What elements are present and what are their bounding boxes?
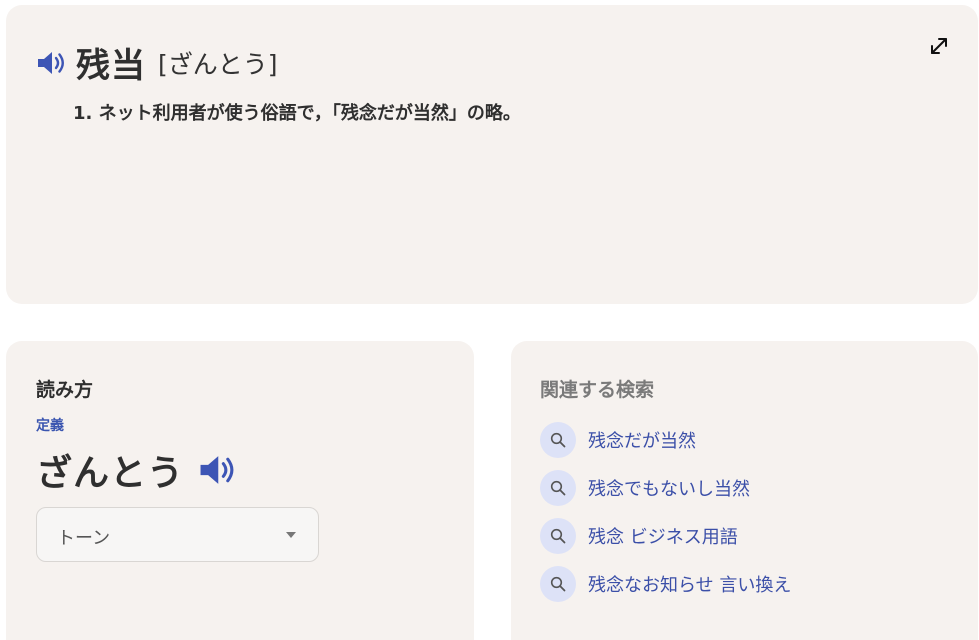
search-icon	[540, 566, 576, 602]
related-searches-title: 関連する検索	[540, 379, 655, 401]
tone-dropdown[interactable]: トーン	[36, 507, 319, 562]
headword-row: 残当 [ざんとう]	[36, 38, 278, 87]
expand-icon[interactable]	[928, 35, 950, 57]
reading-section-title: 読み方	[36, 379, 94, 401]
related-search-item[interactable]: 残念なお知らせ 言い換え	[540, 560, 791, 608]
reading-row: ざんとう	[36, 444, 236, 496]
headword-reading: [ざんとう]	[158, 49, 278, 79]
related-search-label: 残念 ビジネス用語	[588, 527, 738, 548]
definition-text: 1. ネット利用者が使う俗語で，「残念だが当然」の略。	[73, 103, 521, 124]
related-search-item[interactable]: 残念 ビジネス用語	[540, 512, 791, 560]
tone-dropdown-label: トーン	[57, 528, 111, 549]
caret-down-icon	[286, 532, 296, 538]
related-search-item[interactable]: 残念だが当然	[540, 416, 791, 464]
related-searches-card: 関連する検索 残念だが当然 残念でもないし当然 残念 ビジネス用語 残念なお知ら…	[511, 341, 978, 640]
search-icon	[540, 422, 576, 458]
related-search-label: 残念なお知らせ 言い換え	[588, 575, 792, 596]
search-icon	[540, 518, 576, 554]
search-icon	[540, 470, 576, 506]
definition-card: 残当 [ざんとう] 1. ネット利用者が使う俗語で，「残念だが当然」の略。	[6, 5, 978, 304]
definition-label: 定義	[36, 418, 64, 434]
related-search-item[interactable]: 残念でもないし当然	[540, 464, 791, 512]
related-searches-list: 残念だが当然 残念でもないし当然 残念 ビジネス用語 残念なお知らせ 言い換え	[540, 416, 791, 608]
headword: 残当	[76, 46, 146, 86]
reading-text: ざんとう	[36, 453, 185, 494]
speaker-icon[interactable]	[36, 50, 66, 76]
related-search-label: 残念だが当然	[588, 431, 696, 452]
related-search-label: 残念でもないし当然	[588, 479, 750, 500]
reading-card: 読み方 定義 ざんとう トーン	[6, 341, 474, 640]
speaker-icon[interactable]	[198, 453, 236, 487]
